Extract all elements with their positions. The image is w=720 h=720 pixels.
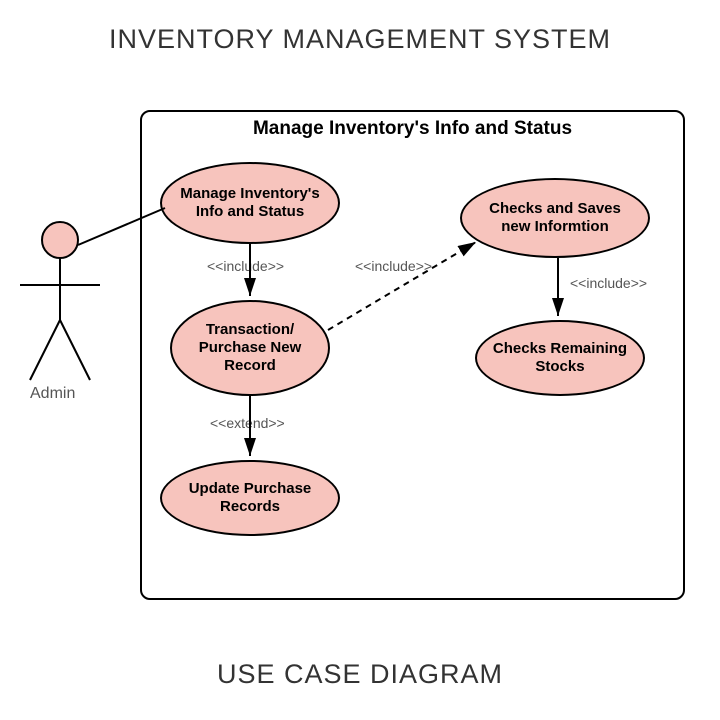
usecase-checks-saves: Checks and Saves new Informtion	[460, 178, 650, 258]
rel-extend: <<extend>>	[210, 415, 285, 431]
usecase-update-purchase: Update Purchase Records	[160, 460, 340, 536]
system-boundary-label: Manage Inventory's Info and Status	[142, 118, 683, 140]
rel-include-2: <<include>>	[355, 258, 432, 274]
usecase-transaction-purchase: Transaction/ Purchase New Record	[170, 300, 330, 396]
rel-include-1: <<include>>	[207, 258, 284, 274]
rel-include-3: <<include>>	[570, 275, 647, 291]
diagram-footer: USE CASE DIAGRAM	[0, 659, 720, 690]
usecase-checks-stocks: Checks Remaining Stocks	[475, 320, 645, 396]
usecase-manage-inventory: Manage Inventory's Info and Status	[160, 162, 340, 244]
actor-label: Admin	[30, 385, 75, 403]
diagram-title: INVENTORY MANAGEMENT SYSTEM	[0, 24, 720, 55]
